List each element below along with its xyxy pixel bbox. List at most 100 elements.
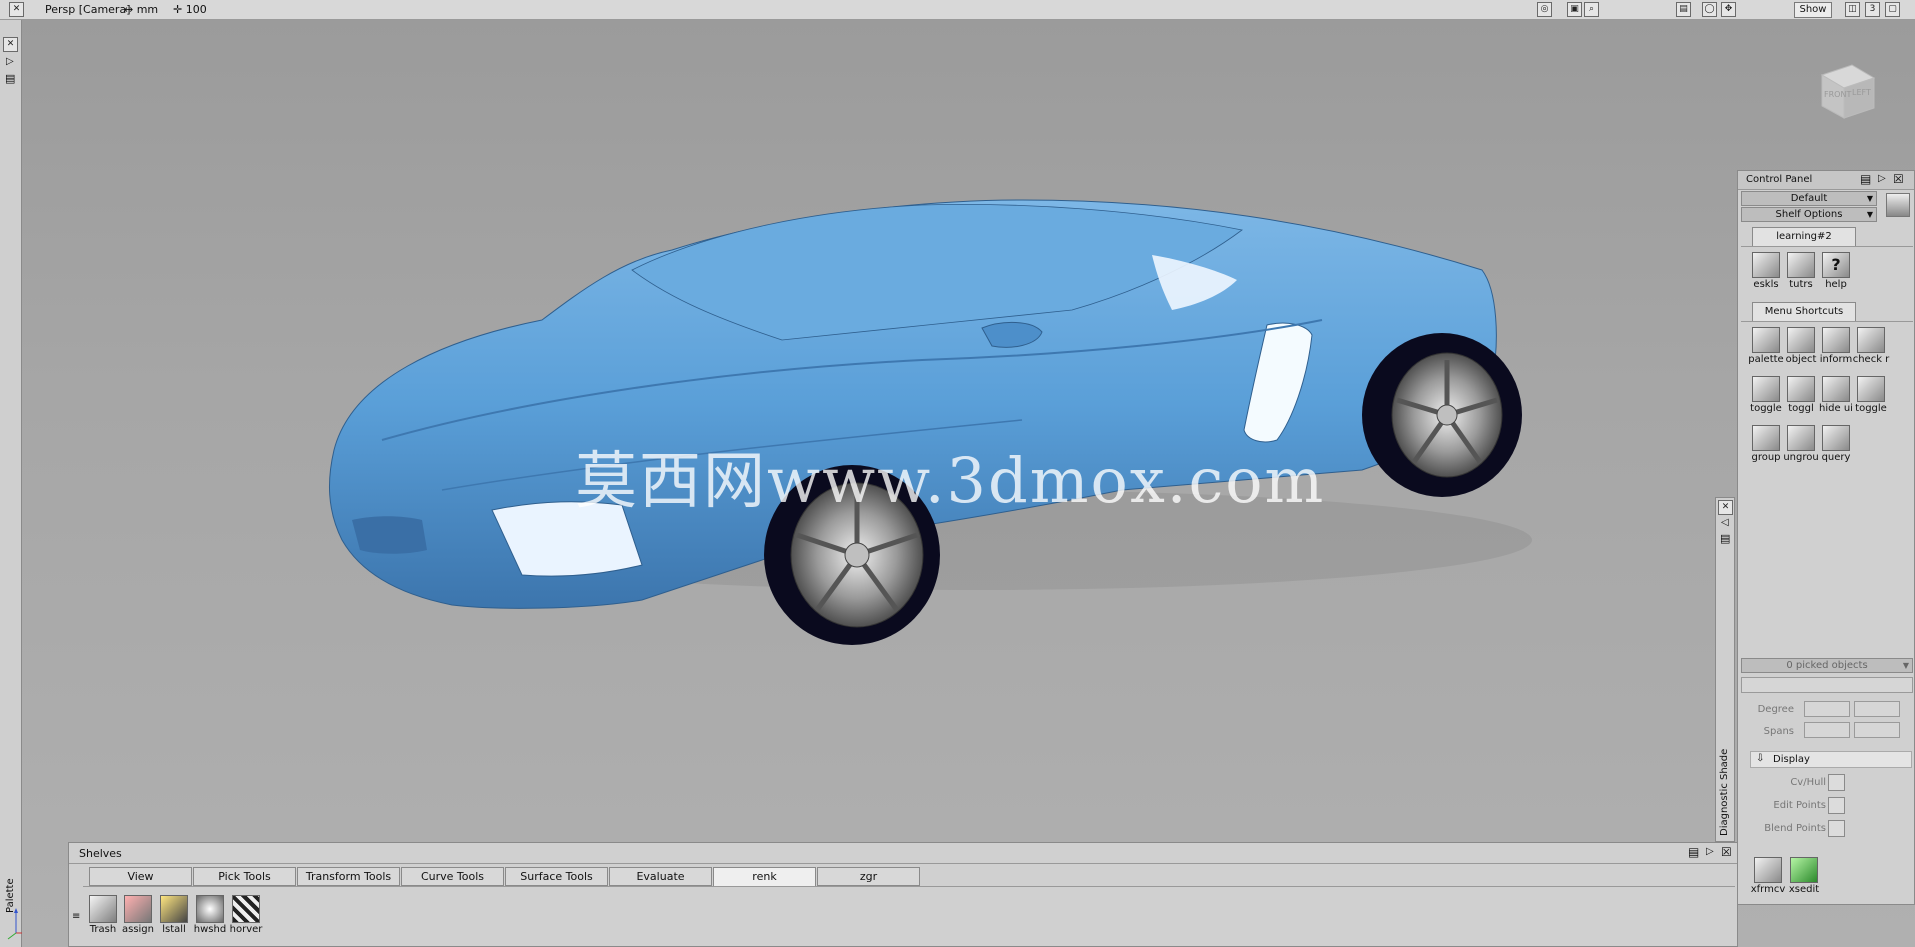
- camera-icon[interactable]: ◎: [1537, 2, 1552, 17]
- xsedit-tool[interactable]: xsedit: [1786, 854, 1822, 898]
- tab-transform-tools[interactable]: Transform Tools: [297, 867, 400, 886]
- window-icon[interactable]: ◫: [1845, 2, 1860, 17]
- layout-icon[interactable]: ▤: [1676, 2, 1691, 17]
- group-tool[interactable]: group: [1748, 422, 1784, 466]
- shelf-options-label: Shelf Options: [1775, 209, 1843, 220]
- control-panel-header: Control Panel ▤ ▷ ☒: [1738, 171, 1914, 190]
- query-tool[interactable]: query: [1818, 422, 1854, 466]
- lstall-tool[interactable]: lstall: [157, 891, 191, 943]
- tool-label: Trash: [89, 924, 117, 935]
- divider: [83, 886, 1735, 887]
- tab-renk[interactable]: renk: [713, 867, 816, 887]
- eskls-tool[interactable]: eskls: [1748, 249, 1784, 293]
- menu-icon[interactable]: ▤: [1720, 532, 1730, 545]
- toggle-icon: [1787, 376, 1815, 402]
- cv-hull-label: Cv/Hull: [1790, 777, 1826, 788]
- tool-label: xfrmcv: [1750, 884, 1786, 895]
- object-tool[interactable]: object: [1783, 324, 1819, 368]
- viewcube-left-label: LEFT: [1852, 88, 1871, 97]
- trash-icon: [89, 895, 117, 923]
- close-icon[interactable]: ☒: [1721, 845, 1732, 859]
- tool-label: hwshd: [193, 924, 227, 935]
- display-section-header[interactable]: ⇩ Display: [1750, 751, 1912, 768]
- trash-icon[interactable]: [1886, 193, 1910, 217]
- degree-field[interactable]: [1804, 701, 1850, 717]
- menu-icon[interactable]: ▤: [1688, 845, 1699, 859]
- inform-tool[interactable]: inform: [1818, 324, 1854, 368]
- edit-points-checkbox[interactable]: [1828, 797, 1845, 814]
- tool-label: toggle: [1855, 403, 1887, 414]
- hide-ui-tool[interactable]: hide ui: [1818, 373, 1854, 417]
- palette-tool[interactable]: palette: [1748, 324, 1784, 368]
- shelf-handle-icon[interactable]: ≡: [72, 891, 80, 943]
- crosshair-icon: ✛: [173, 3, 183, 16]
- check-tool[interactable]: check r: [1853, 324, 1889, 368]
- list-all-icon: [160, 895, 188, 923]
- tab-pick-tools[interactable]: Pick Tools: [193, 867, 296, 886]
- frame-icon[interactable]: ◯: [1702, 2, 1717, 17]
- tab-curve-tools[interactable]: Curve Tools: [401, 867, 504, 886]
- shelf-options-dropdown[interactable]: Shelf Options ▼: [1741, 207, 1877, 222]
- show-button[interactable]: Show: [1794, 2, 1832, 18]
- unit-label: mm: [136, 3, 159, 16]
- divider: [1741, 246, 1913, 247]
- tab-view[interactable]: View: [89, 867, 192, 886]
- menu-icon[interactable]: ▤: [5, 72, 15, 85]
- control-panel-title: Control Panel: [1746, 174, 1813, 185]
- close-icon[interactable]: ☒: [1893, 172, 1904, 186]
- tool-label: assign: [121, 924, 154, 935]
- transform-cv-icon: [1754, 857, 1782, 883]
- xfrmcv-tool[interactable]: xfrmcv: [1750, 854, 1786, 898]
- blend-points-checkbox[interactable]: [1828, 820, 1845, 837]
- toggle-tool-2[interactable]: toggl: [1783, 373, 1819, 417]
- tab-menu-shortcuts[interactable]: Menu Shortcuts: [1752, 302, 1856, 321]
- degree-field-2[interactable]: [1854, 701, 1900, 717]
- toggle-tool-1[interactable]: toggle: [1748, 373, 1784, 417]
- expand-icon[interactable]: ▷: [1878, 173, 1886, 184]
- tool-label: tutrs: [1789, 279, 1813, 290]
- tool-label: ungrou: [1783, 452, 1819, 463]
- tab-surface-tools[interactable]: Surface Tools: [505, 867, 608, 886]
- close-icon[interactable]: ✕: [3, 37, 18, 52]
- tab-learning[interactable]: learning#2: [1752, 227, 1856, 246]
- dropdown-arrow-icon: ▼: [1866, 194, 1873, 203]
- maximize-icon[interactable]: ▢: [1885, 2, 1900, 17]
- spans-field-2[interactable]: [1854, 722, 1900, 738]
- left-palette-strip: ✕ ▷ ▤ Palette: [0, 20, 41, 947]
- info-icon: [1822, 327, 1850, 353]
- tab-zgr[interactable]: zgr: [817, 867, 920, 886]
- diagnostic-shade-label[interactable]: Diagnostic Shade: [1719, 749, 1730, 836]
- film-icon[interactable]: ▣: [1567, 2, 1582, 17]
- expand-icon[interactable]: ▷: [6, 56, 14, 67]
- close-icon[interactable]: ✕: [1718, 500, 1733, 515]
- default-dropdown[interactable]: Default ▼: [1741, 191, 1877, 206]
- help-tool[interactable]: ? help: [1818, 249, 1854, 293]
- close-icon[interactable]: ✕: [9, 2, 24, 17]
- zoom-icon[interactable]: ⌕: [1584, 2, 1599, 17]
- assign-tool[interactable]: assign: [121, 891, 155, 943]
- ungroup-icon: [1787, 425, 1815, 451]
- layout-number[interactable]: 3: [1865, 2, 1880, 17]
- toggle-tool-3[interactable]: toggle: [1853, 373, 1889, 417]
- view-cube[interactable]: FRONT LEFT: [1812, 60, 1882, 120]
- cv-hull-checkbox[interactable]: [1828, 774, 1845, 791]
- display-section-label: Display: [1773, 754, 1810, 765]
- trash-tool[interactable]: Trash: [86, 891, 120, 943]
- watermark-text: 莫西网www.3dmox.com: [575, 444, 1326, 517]
- assign-icon: [124, 895, 152, 923]
- palette-icon: [1752, 327, 1780, 353]
- double-arrow-icon: ↔: [124, 3, 134, 16]
- zoom-indicator: ✛ 100: [173, 3, 207, 16]
- picked-objects-dropdown[interactable]: 0 picked objects ▼: [1741, 658, 1913, 673]
- hwshd-tool[interactable]: hwshd: [193, 891, 227, 943]
- expand-icon[interactable]: ▷: [1706, 846, 1714, 857]
- menu-icon[interactable]: ▤: [1860, 172, 1871, 186]
- horver-tool[interactable]: horver: [229, 891, 263, 943]
- xsedit-icon: [1790, 857, 1818, 883]
- tab-evaluate[interactable]: Evaluate: [609, 867, 712, 886]
- ungroup-tool[interactable]: ungrou: [1783, 422, 1819, 466]
- collapse-icon[interactable]: ◁: [1721, 517, 1729, 528]
- move-icon[interactable]: ✥: [1721, 2, 1736, 17]
- tutrs-tool[interactable]: tutrs: [1783, 249, 1819, 293]
- spans-field[interactable]: [1804, 722, 1850, 738]
